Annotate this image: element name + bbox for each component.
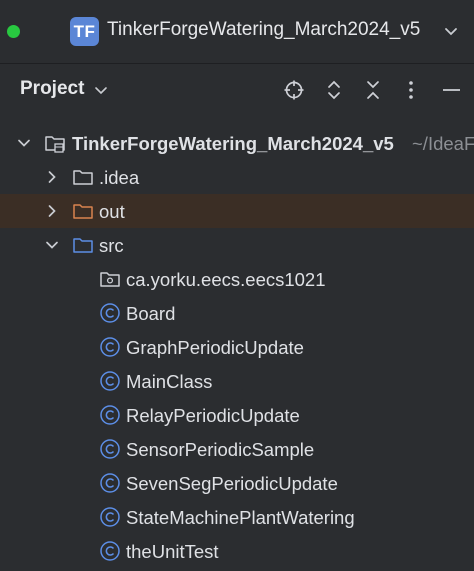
project-root-path: ~/IdeaF (412, 133, 474, 154)
tree-item-label: RelayPeriodicUpdate (126, 405, 300, 426)
minimize-icon (443, 89, 460, 91)
class-icon (100, 541, 120, 561)
chevron-down-icon[interactable] (16, 135, 32, 151)
collapse-all-button[interactable] (360, 77, 386, 103)
chevron-down-icon[interactable] (44, 237, 60, 253)
tree-item-label: src (99, 235, 124, 256)
tree-item-label: StateMachinePlantWatering (126, 507, 355, 528)
class-icon (100, 337, 120, 357)
expand-all-button[interactable] (321, 77, 347, 103)
collapse-all-icon (367, 81, 379, 99)
project-badge[interactable]: TF (70, 17, 99, 46)
class-icon (100, 507, 120, 527)
tree-item-project-root[interactable]: TinkerForgeWatering_March2024_v5 ~/IdeaF (0, 126, 474, 160)
tree-item-class[interactable]: theUnitTest (0, 534, 474, 568)
tree-item-class[interactable]: MainClass (0, 364, 474, 398)
panel-title[interactable]: Project (20, 78, 84, 100)
project-folder-icon (45, 136, 65, 153)
package-icon (100, 272, 120, 287)
tree-item-class[interactable]: RelayPeriodicUpdate (0, 398, 474, 432)
window-zoom-button[interactable] (7, 25, 20, 38)
tree-item-label: ca.yorku.eecs.eecs1021 (126, 269, 326, 290)
tree-item-label: theUnitTest (126, 541, 219, 562)
tree-item-class[interactable]: SensorPeriodicSample (0, 432, 474, 466)
chevron-right-icon[interactable] (44, 169, 60, 185)
class-icon (100, 473, 120, 493)
tree-item-class[interactable]: GraphPeriodicUpdate (0, 330, 474, 364)
class-icon (100, 439, 120, 459)
folder-icon (73, 170, 93, 185)
tree-item-label: Board (126, 303, 176, 324)
options-button[interactable] (398, 77, 424, 103)
tree-item-class[interactable]: StateMachinePlantWatering (0, 500, 474, 534)
title-bar: TF TinkerForgeWatering_March2024_v5 (0, 0, 474, 64)
tree-item-class[interactable]: Board (0, 296, 474, 330)
chevron-right-icon[interactable] (44, 203, 60, 219)
expand-all-icon (328, 80, 340, 100)
tree-item-class[interactable]: SevenSegPeriodicUpdate (0, 466, 474, 500)
tree-item-label: out (99, 201, 125, 222)
excluded-folder-icon (73, 204, 93, 219)
class-icon (100, 405, 120, 425)
tree-item-label: SevenSegPeriodicUpdate (126, 473, 338, 494)
hide-panel-button[interactable] (438, 77, 464, 103)
tree-item-label: MainClass (126, 371, 213, 392)
tree-item-package[interactable]: ca.yorku.eecs.eecs1021 (0, 262, 474, 296)
tree-item-label: SensorPeriodicSample (126, 439, 315, 460)
project-name[interactable]: TinkerForgeWatering_March2024_v5 (107, 19, 420, 41)
chevron-down-icon[interactable] (440, 22, 462, 42)
more-vertical-icon (409, 81, 413, 99)
project-toolbar: Project (0, 64, 474, 116)
tree-item-label: .idea (99, 167, 140, 188)
crosshair-icon (284, 80, 304, 100)
tree-item-out[interactable]: out (0, 194, 474, 228)
tree-item-idea[interactable]: .idea (0, 160, 474, 194)
class-icon (100, 303, 120, 323)
chevron-down-icon[interactable] (93, 82, 109, 98)
locate-file-button[interactable] (281, 77, 307, 103)
tree-item-label: GraphPeriodicUpdate (126, 337, 304, 358)
class-icon (100, 371, 120, 391)
source-folder-icon (73, 238, 93, 253)
tree-item-src[interactable]: src (0, 228, 474, 262)
project-root-label: TinkerForgeWatering_March2024_v5 (72, 133, 394, 154)
